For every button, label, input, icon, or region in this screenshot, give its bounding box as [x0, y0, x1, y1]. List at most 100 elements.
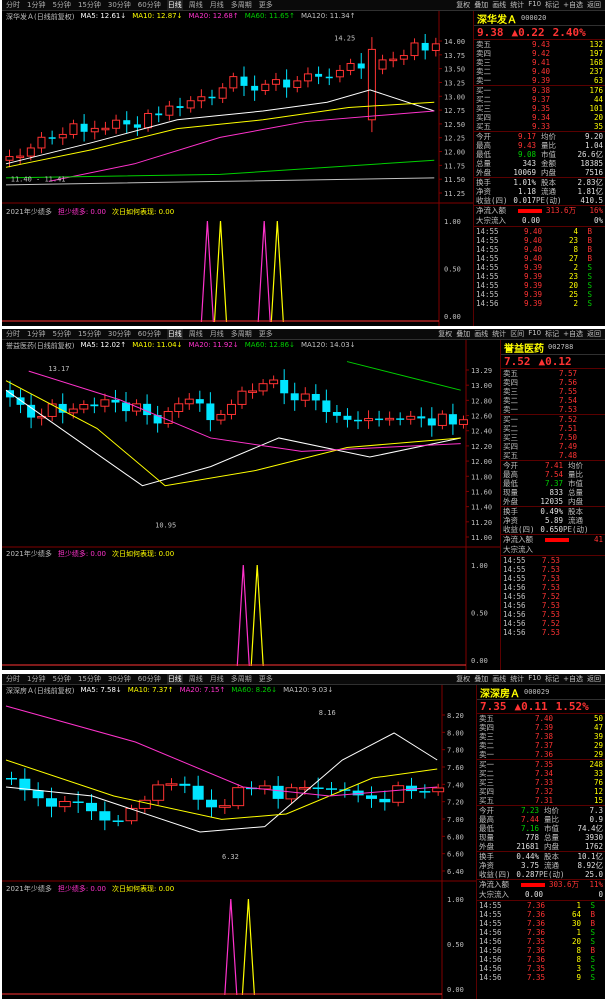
- tab-30min[interactable]: 30分钟: [107, 674, 132, 684]
- stat-row: 现量 778 总量 3930: [477, 833, 605, 842]
- price-axis-label: 7.80: [447, 747, 464, 755]
- tab-multi-period[interactable]: 多周期: [230, 674, 253, 684]
- indicator-axis-label: 0.00: [447, 986, 464, 994]
- tab-monthly[interactable]: 月线: [209, 329, 225, 339]
- stat-value: [583, 488, 603, 497]
- tab-minute[interactable]: 分时: [5, 329, 21, 339]
- stats-button[interactable]: 统计: [492, 329, 506, 339]
- mark-button[interactable]: 标记: [545, 329, 559, 339]
- price-line: 9.38 ▲0.22 2.40%: [474, 26, 605, 40]
- candle: [283, 79, 291, 88]
- draw-button[interactable]: 画线: [492, 674, 506, 684]
- tick-price: 9.39: [523, 299, 542, 308]
- f10-button[interactable]: F10: [528, 0, 541, 10]
- stats-button[interactable]: 统计: [510, 0, 524, 10]
- tab-minute[interactable]: 分时: [5, 0, 21, 10]
- tab-1min[interactable]: 1分钟: [26, 674, 46, 684]
- stat-label: 总量: [568, 488, 583, 497]
- orderbook-label: 卖五: [503, 369, 518, 378]
- tab-weekly[interactable]: 周线: [188, 329, 204, 339]
- tab-more[interactable]: 更多: [258, 0, 274, 10]
- tab-5min[interactable]: 5分钟: [51, 329, 71, 339]
- add-watchlist-button[interactable]: +自选: [563, 674, 583, 684]
- flow-pct: 0%: [593, 216, 603, 225]
- mark-button[interactable]: 标记: [545, 674, 559, 684]
- stat-label: 最低: [479, 824, 494, 833]
- mark-button[interactable]: 标记: [545, 0, 559, 10]
- adjust-button[interactable]: 复权: [438, 329, 452, 339]
- candle: [311, 393, 320, 401]
- tab-5min[interactable]: 5分钟: [51, 0, 71, 10]
- quote-header: 深深房Ａ 000029: [477, 685, 605, 700]
- stats-button[interactable]: 统计: [510, 674, 524, 684]
- f10-button[interactable]: F10: [528, 329, 541, 339]
- price-axis-label: 13.75: [444, 52, 465, 60]
- overlay-button[interactable]: 叠加: [456, 329, 470, 339]
- orderbook-volume: 50: [593, 714, 603, 723]
- legend-ma5: MA5: 7.58↓: [80, 686, 122, 694]
- tab-more[interactable]: 更多: [258, 674, 274, 684]
- toolbar-actions: 复权 叠加 画线 统计 区间 F10 标记 +自选 返回: [438, 329, 605, 339]
- tab-monthly[interactable]: 月线: [209, 0, 225, 10]
- back-button[interactable]: 返回: [587, 0, 601, 10]
- candle: [165, 105, 174, 116]
- tab-60min[interactable]: 60分钟: [137, 329, 162, 339]
- tab-multi-period[interactable]: 多周期: [230, 329, 253, 339]
- tab-30min[interactable]: 30分钟: [107, 0, 132, 10]
- tab-1min[interactable]: 1分钟: [26, 329, 46, 339]
- tab-daily[interactable]: 日线: [166, 329, 183, 339]
- stat-row: 最高 7.54 量比: [501, 470, 605, 479]
- kline-chart[interactable]: 14.00 13.75 13.50 13.25 13.00 12.75 12.50 12.25…: [2, 11, 473, 326]
- tick-row: 14:56 7.35 9 S: [477, 973, 605, 982]
- add-watchlist-button[interactable]: +自选: [563, 0, 583, 10]
- orderbook-volume: 237: [589, 67, 603, 76]
- orderbook-volume: 197: [589, 49, 603, 58]
- tab-multi-period[interactable]: 多周期: [230, 0, 253, 10]
- price-change: ▲0.11: [514, 700, 548, 713]
- f10-button[interactable]: F10: [528, 674, 541, 684]
- tab-15min[interactable]: 15分钟: [77, 329, 102, 339]
- tab-daily[interactable]: 日线: [166, 674, 183, 684]
- tab-more[interactable]: 更多: [258, 329, 274, 339]
- draw-button[interactable]: 画线: [474, 329, 488, 339]
- tab-15min[interactable]: 15分钟: [77, 0, 102, 10]
- candle: [79, 403, 89, 410]
- price-axis-label: 11.60: [471, 488, 492, 496]
- candle: [179, 783, 191, 786]
- fund-flow-row: 净流入额 303.6万 11%: [477, 880, 605, 890]
- legend-ma10: MA10: 12.87↓: [132, 12, 183, 20]
- candle: [332, 411, 341, 416]
- tab-monthly[interactable]: 月线: [209, 674, 225, 684]
- stat-row: 外盘 21681 内盘 1762: [477, 842, 605, 851]
- candle: [206, 403, 215, 421]
- tab-15min[interactable]: 15分钟: [77, 674, 102, 684]
- tab-60min[interactable]: 60分钟: [137, 674, 162, 684]
- add-watchlist-button[interactable]: +自选: [563, 329, 583, 339]
- candle: [46, 798, 57, 807]
- stat-value: 12035: [540, 497, 563, 506]
- tick-volume: [560, 592, 591, 601]
- overlay-button[interactable]: 叠加: [474, 674, 488, 684]
- tab-weekly[interactable]: 周线: [188, 674, 204, 684]
- overlay-button[interactable]: 叠加: [474, 0, 488, 10]
- candle: [303, 73, 312, 82]
- range-button[interactable]: 区间: [510, 329, 524, 339]
- stat-label: 换手: [476, 178, 491, 187]
- back-button[interactable]: 返回: [587, 329, 601, 339]
- kline-chart[interactable]: 13.29 13.00 12.80 12.60 12.40 12.20 12.00 11.80…: [2, 340, 500, 670]
- tab-weekly[interactable]: 周线: [188, 0, 204, 10]
- draw-button[interactable]: 画线: [492, 0, 506, 10]
- adjust-button[interactable]: 复权: [456, 674, 470, 684]
- adjust-button[interactable]: 复权: [456, 0, 470, 10]
- tab-daily[interactable]: 日线: [166, 0, 183, 10]
- back-button[interactable]: 返回: [587, 674, 601, 684]
- quote-panel: 誉益医药 002788 7.52 ▲0.12 卖五 7.57 卖四 7.56 卖三 7.55 卖二 7…: [500, 340, 605, 670]
- tab-60min[interactable]: 60分钟: [137, 0, 162, 10]
- tab-5min[interactable]: 5分钟: [51, 674, 71, 684]
- tab-1min[interactable]: 1分钟: [26, 0, 46, 10]
- stat-value: 5.89: [544, 516, 563, 525]
- tab-30min[interactable]: 30分钟: [107, 329, 132, 339]
- tab-minute[interactable]: 分时: [5, 674, 21, 684]
- kline-chart[interactable]: 8.20 8.00 7.80 7.60 7.40 7.20 7.00 6.80 6.60 6.40…: [2, 685, 476, 999]
- orderbook-label: 买四: [479, 787, 494, 796]
